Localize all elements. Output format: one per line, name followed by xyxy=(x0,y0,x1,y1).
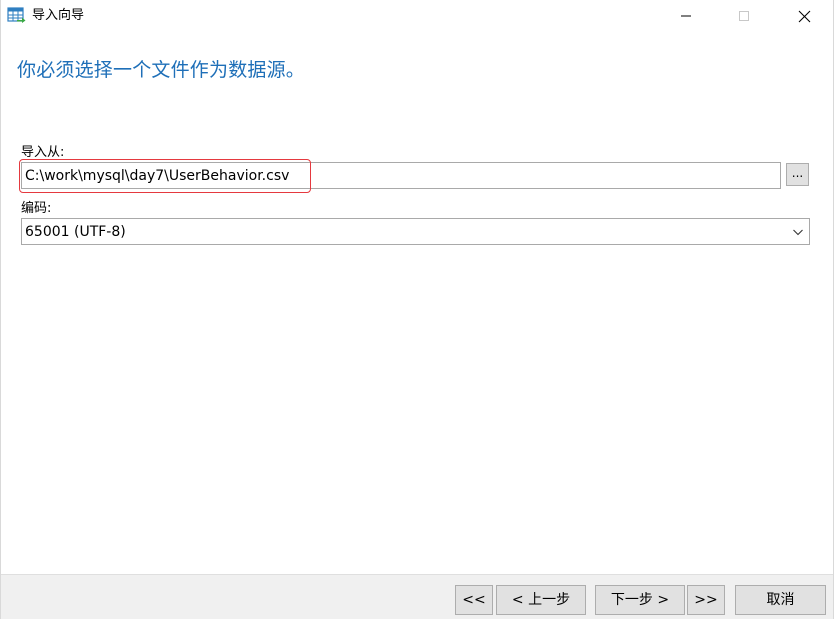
cancel-button[interactable]: 取消 xyxy=(735,585,826,615)
import-path-value: C:\work\mysql\day7\UserBehavior.csv xyxy=(25,168,290,184)
import-path-input[interactable]: C:\work\mysql\day7\UserBehavior.csv xyxy=(21,162,781,189)
import-wizard-window: 导入向导 你必须选择一个文件作为数据源。 导入从: C:\work\mysql\… xyxy=(0,0,834,619)
close-icon xyxy=(798,10,810,22)
maximize-icon xyxy=(739,11,749,21)
close-button[interactable] xyxy=(781,0,827,32)
table-import-icon xyxy=(7,7,26,23)
last-step-button[interactable]: >> xyxy=(687,585,725,615)
minimize-icon xyxy=(681,15,691,17)
window-title: 导入向导 xyxy=(32,8,85,23)
maximize-button[interactable] xyxy=(721,0,767,32)
browse-button[interactable]: ... xyxy=(786,163,809,186)
encoding-select[interactable]: 65001 (UTF-8) xyxy=(21,218,810,245)
encoding-selected-value: 65001 (UTF-8) xyxy=(25,224,126,240)
minimize-button[interactable] xyxy=(663,0,709,32)
encoding-label: 编码: xyxy=(21,201,52,216)
title-bar[interactable]: 导入向导 xyxy=(1,0,833,32)
next-step-button[interactable]: 下一步 > xyxy=(595,585,685,615)
previous-step-button[interactable]: < 上一步 xyxy=(496,585,586,615)
import-from-label: 导入从: xyxy=(21,145,65,160)
page-heading: 你必须选择一个文件作为数据源。 xyxy=(17,59,306,81)
chevron-down-icon xyxy=(793,229,803,236)
first-step-button[interactable]: << xyxy=(455,585,493,615)
